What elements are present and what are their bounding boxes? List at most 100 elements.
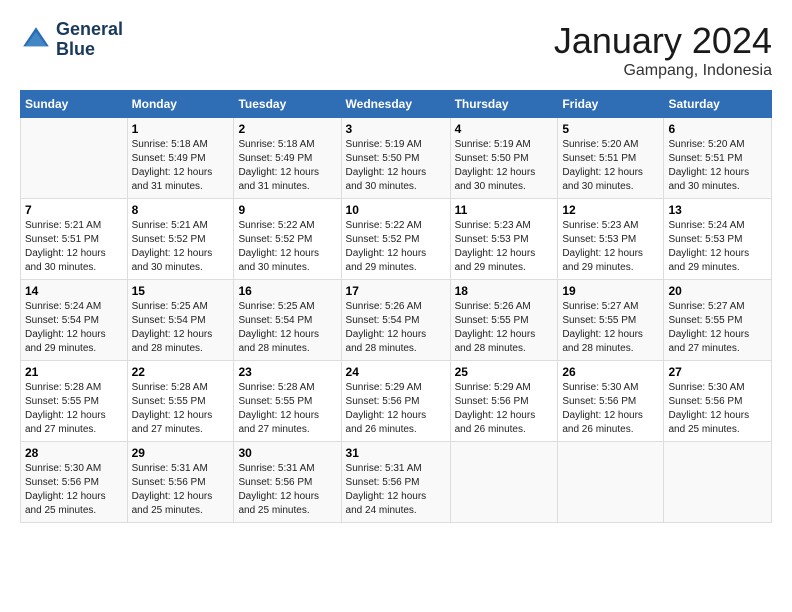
day-number: 12: [562, 203, 659, 217]
calendar-cell: 4 Sunrise: 5:19 AMSunset: 5:50 PMDaylight…: [450, 118, 558, 199]
calendar-table: SundayMondayTuesdayWednesdayThursdayFrid…: [20, 90, 772, 523]
day-number: 10: [346, 203, 446, 217]
day-info: Sunrise: 5:30 AMSunset: 5:56 PMDaylight:…: [25, 462, 123, 518]
day-info: Sunrise: 5:19 AMSunset: 5:50 PMDaylight:…: [455, 138, 554, 194]
day-header-saturday: Saturday: [664, 91, 772, 118]
day-number: 26: [562, 365, 659, 379]
calendar-cell: [450, 442, 558, 523]
calendar-cell: 22 Sunrise: 5:28 AMSunset: 5:55 PMDayligh…: [127, 361, 234, 442]
logo-text: General Blue: [56, 20, 123, 60]
calendar-cell: 31 Sunrise: 5:31 AMSunset: 5:56 PMDayligh…: [341, 442, 450, 523]
calendar-cell: 5 Sunrise: 5:20 AMSunset: 5:51 PMDaylight…: [558, 118, 664, 199]
day-header-sunday: Sunday: [21, 91, 128, 118]
day-info: Sunrise: 5:22 AMSunset: 5:52 PMDaylight:…: [238, 219, 336, 275]
calendar-cell: 19 Sunrise: 5:27 AMSunset: 5:55 PMDayligh…: [558, 280, 664, 361]
day-number: 18: [455, 284, 554, 298]
day-number: 1: [132, 122, 230, 136]
day-info: Sunrise: 5:28 AMSunset: 5:55 PMDaylight:…: [25, 381, 123, 437]
calendar-cell: 17 Sunrise: 5:26 AMSunset: 5:54 PMDayligh…: [341, 280, 450, 361]
calendar-cell: 28 Sunrise: 5:30 AMSunset: 5:56 PMDayligh…: [21, 442, 128, 523]
day-number: 7: [25, 203, 123, 217]
day-info: Sunrise: 5:20 AMSunset: 5:51 PMDaylight:…: [562, 138, 659, 194]
day-info: Sunrise: 5:29 AMSunset: 5:56 PMDaylight:…: [455, 381, 554, 437]
day-info: Sunrise: 5:19 AMSunset: 5:50 PMDaylight:…: [346, 138, 446, 194]
calendar-cell: 6 Sunrise: 5:20 AMSunset: 5:51 PMDaylight…: [664, 118, 772, 199]
day-number: 20: [668, 284, 767, 298]
calendar-cell: 21 Sunrise: 5:28 AMSunset: 5:55 PMDayligh…: [21, 361, 128, 442]
day-header-friday: Friday: [558, 91, 664, 118]
calendar-cell: 29Sunrise: 5:31 AMSunset: 5:56 PMDayligh…: [127, 442, 234, 523]
calendar-cell: 2 Sunrise: 5:18 AMSunset: 5:49 PMDaylight…: [234, 118, 341, 199]
day-number: 24: [346, 365, 446, 379]
week-row: 1 Sunrise: 5:18 AMSunset: 5:49 PMDaylight…: [21, 118, 772, 199]
day-number: 22: [132, 365, 230, 379]
day-info: Sunrise: 5:24 AMSunset: 5:53 PMDaylight:…: [668, 219, 767, 275]
day-info: Sunrise: 5:31 AMSunset: 5:56 PMDaylight:…: [238, 462, 336, 518]
calendar-cell: 9 Sunrise: 5:22 AMSunset: 5:52 PMDaylight…: [234, 199, 341, 280]
day-number: 17: [346, 284, 446, 298]
calendar-cell: 11 Sunrise: 5:23 AMSunset: 5:53 PMDayligh…: [450, 199, 558, 280]
week-row: 21 Sunrise: 5:28 AMSunset: 5:55 PMDayligh…: [21, 361, 772, 442]
logo: General Blue: [20, 20, 123, 60]
calendar-cell: 14Sunrise: 5:24 AMSunset: 5:54 PMDayligh…: [21, 280, 128, 361]
calendar-cell: 23Sunrise: 5:28 AMSunset: 5:55 PMDayligh…: [234, 361, 341, 442]
day-header-tuesday: Tuesday: [234, 91, 341, 118]
day-number: 19: [562, 284, 659, 298]
day-info: Sunrise: 5:23 AMSunset: 5:53 PMDaylight:…: [455, 219, 554, 275]
calendar-cell: [664, 442, 772, 523]
title-block: January 2024 Gampang, Indonesia: [554, 20, 772, 80]
calendar-cell: 25 Sunrise: 5:29 AMSunset: 5:56 PMDayligh…: [450, 361, 558, 442]
calendar-cell: 20 Sunrise: 5:27 AMSunset: 5:55 PMDayligh…: [664, 280, 772, 361]
day-number: 25: [455, 365, 554, 379]
day-info: Sunrise: 5:29 AMSunset: 5:56 PMDaylight:…: [346, 381, 446, 437]
calendar-cell: [558, 442, 664, 523]
day-number: 11: [455, 203, 554, 217]
calendar-cell: 8Sunrise: 5:21 AMSunset: 5:52 PMDaylight…: [127, 199, 234, 280]
calendar-cell: 24 Sunrise: 5:29 AMSunset: 5:56 PMDayligh…: [341, 361, 450, 442]
day-info: Sunrise: 5:30 AMSunset: 5:56 PMDaylight:…: [562, 381, 659, 437]
day-number: 30: [238, 446, 336, 460]
day-number: 16: [238, 284, 336, 298]
day-header-monday: Monday: [127, 91, 234, 118]
day-number: 23: [238, 365, 336, 379]
calendar-cell: 27Sunrise: 5:30 AMSunset: 5:56 PMDayligh…: [664, 361, 772, 442]
day-info: Sunrise: 5:22 AMSunset: 5:52 PMDaylight:…: [346, 219, 446, 275]
day-info: Sunrise: 5:26 AMSunset: 5:54 PMDaylight:…: [346, 300, 446, 356]
logo-icon: [20, 24, 52, 56]
calendar-cell: 13Sunrise: 5:24 AMSunset: 5:53 PMDayligh…: [664, 199, 772, 280]
day-info: Sunrise: 5:27 AMSunset: 5:55 PMDaylight:…: [562, 300, 659, 356]
day-info: Sunrise: 5:21 AMSunset: 5:51 PMDaylight:…: [25, 219, 123, 275]
day-number: 3: [346, 122, 446, 136]
day-info: Sunrise: 5:23 AMSunset: 5:53 PMDaylight:…: [562, 219, 659, 275]
month-title: January 2024: [554, 20, 772, 62]
day-number: 21: [25, 365, 123, 379]
day-info: Sunrise: 5:28 AMSunset: 5:55 PMDaylight:…: [132, 381, 230, 437]
day-number: 2: [238, 122, 336, 136]
week-row: 7 Sunrise: 5:21 AMSunset: 5:51 PMDaylight…: [21, 199, 772, 280]
calendar-cell: 15Sunrise: 5:25 AMSunset: 5:54 PMDayligh…: [127, 280, 234, 361]
day-number: 15: [132, 284, 230, 298]
day-header-thursday: Thursday: [450, 91, 558, 118]
day-info: Sunrise: 5:27 AMSunset: 5:55 PMDaylight:…: [668, 300, 767, 356]
day-number: 4: [455, 122, 554, 136]
day-info: Sunrise: 5:31 AMSunset: 5:56 PMDaylight:…: [346, 462, 446, 518]
day-number: 6: [668, 122, 767, 136]
day-number: 28: [25, 446, 123, 460]
day-number: 9: [238, 203, 336, 217]
week-row: 28 Sunrise: 5:30 AMSunset: 5:56 PMDayligh…: [21, 442, 772, 523]
day-info: Sunrise: 5:20 AMSunset: 5:51 PMDaylight:…: [668, 138, 767, 194]
day-info: Sunrise: 5:18 AMSunset: 5:49 PMDaylight:…: [132, 138, 230, 194]
day-info: Sunrise: 5:21 AMSunset: 5:52 PMDaylight:…: [132, 219, 230, 275]
calendar-cell: 7 Sunrise: 5:21 AMSunset: 5:51 PMDaylight…: [21, 199, 128, 280]
day-number: 5: [562, 122, 659, 136]
calendar-cell: 3 Sunrise: 5:19 AMSunset: 5:50 PMDaylight…: [341, 118, 450, 199]
calendar-cell: [21, 118, 128, 199]
day-info: Sunrise: 5:24 AMSunset: 5:54 PMDaylight:…: [25, 300, 123, 356]
day-info: Sunrise: 5:26 AMSunset: 5:55 PMDaylight:…: [455, 300, 554, 356]
day-info: Sunrise: 5:31 AMSunset: 5:56 PMDaylight:…: [132, 462, 230, 518]
page-header: General Blue January 2024 Gampang, Indon…: [20, 20, 772, 80]
day-info: Sunrise: 5:18 AMSunset: 5:49 PMDaylight:…: [238, 138, 336, 194]
calendar-cell: 16Sunrise: 5:25 AMSunset: 5:54 PMDayligh…: [234, 280, 341, 361]
day-number: 31: [346, 446, 446, 460]
week-row: 14Sunrise: 5:24 AMSunset: 5:54 PMDayligh…: [21, 280, 772, 361]
